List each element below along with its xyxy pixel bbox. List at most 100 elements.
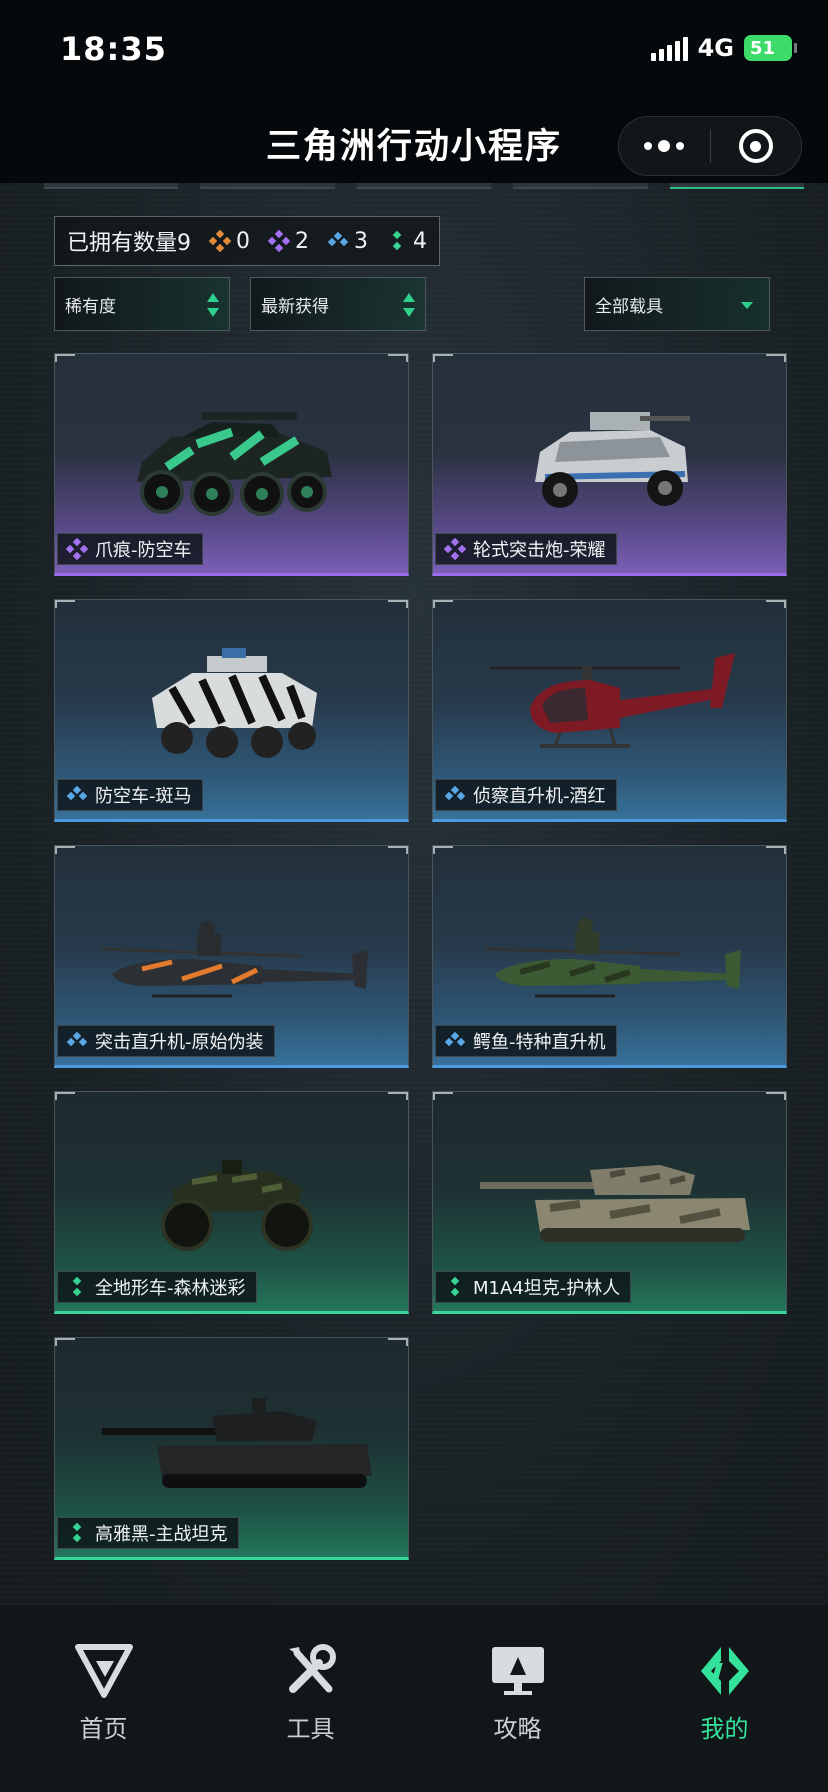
- tab-guide[interactable]: 攻略: [414, 1605, 621, 1792]
- sort-arrows-icon: [207, 293, 219, 317]
- owned-count-label: 已拥有数量9: [67, 231, 191, 256]
- vehicle-name: M1A4坦克-护林人: [473, 1278, 621, 1299]
- blue-count: 3: [327, 229, 368, 254]
- zebra-apc-icon: [151, 648, 317, 758]
- top-bar: 18:35 4G 51 三角洲行动小程序: [0, 0, 828, 183]
- orange-count-value: 0: [236, 228, 250, 254]
- sort-arrows-icon: [403, 293, 415, 317]
- vehicle-card[interactable]: 突击直升机-原始伪装: [54, 845, 409, 1068]
- black-tank-icon: [101, 1398, 372, 1488]
- tab-guide-label: 攻略: [493, 1715, 542, 1743]
- target-close-icon: [738, 129, 773, 163]
- vehicle-card[interactable]: 鳄鱼-特种直升机: [432, 845, 787, 1068]
- miniprogram-capsule: [618, 116, 802, 176]
- vehicle-name: 突击直升机-原始伪装: [95, 1032, 264, 1053]
- vehicle-name: 鳄鱼-特种直升机: [473, 1032, 606, 1053]
- more-dot-icon: [676, 142, 685, 150]
- close-miniprogram-button[interactable]: [711, 117, 802, 175]
- rarity-sort-label: 稀有度: [65, 296, 116, 317]
- tab-home[interactable]: 首页: [0, 1605, 207, 1792]
- blue-rarity-icon: [327, 231, 349, 247]
- tab-tools-label: 工具: [286, 1715, 335, 1743]
- network-type: 4G: [697, 34, 734, 62]
- vehicle-name-tag: M1A4坦克-护林人: [435, 1271, 632, 1303]
- category-tab[interactable]: [356, 183, 492, 189]
- tab-home-label: 首页: [79, 1715, 128, 1743]
- vehicle-name: 爪痕-防空车: [95, 540, 192, 561]
- purple-count: 2: [268, 229, 309, 254]
- apc-vehicle-icon: [136, 412, 332, 516]
- purple-count-value: 2: [295, 228, 309, 254]
- guide-monitor-icon: [491, 1647, 544, 1695]
- vehicle-name-tag: 轮式突击炮-荣耀: [435, 533, 617, 565]
- green-rarity-icon: [72, 1522, 82, 1543]
- recent-sort-label: 最新获得: [261, 296, 329, 317]
- atv-icon: [160, 1160, 313, 1251]
- vehicle-card[interactable]: M1A4坦克-护林人: [432, 1091, 787, 1314]
- purple-rarity-icon: [268, 230, 290, 252]
- vehicle-name: 防空车-斑马: [95, 786, 192, 807]
- status-icons: 4G 51: [650, 34, 797, 62]
- vehicle-name: 高雅黑-主战坦克: [95, 1524, 228, 1545]
- status-time: 18:35: [60, 30, 167, 68]
- green-rarity-icon: [450, 1276, 460, 1297]
- vehicle-name: 侦察直升机-酒红: [473, 786, 606, 807]
- purple-rarity-icon: [66, 538, 88, 560]
- green-count-value: 4: [413, 228, 427, 254]
- vehicle-card[interactable]: 防空车-斑马: [54, 599, 409, 822]
- more-dot-icon: [644, 142, 653, 150]
- vehicle-name-tag: 爪痕-防空车: [57, 533, 203, 565]
- more-dot-icon: [658, 140, 671, 152]
- vehicle-card[interactable]: 侦察直升机-酒红: [432, 599, 787, 822]
- battery-level: 51: [750, 37, 776, 59]
- vehicle-type-label: 全部载具: [595, 296, 663, 317]
- vehicle-name: 全地形车-森林迷彩: [95, 1278, 246, 1299]
- green-rarity-icon: [72, 1276, 82, 1297]
- vehicle-name-tag: 全地形车-森林迷彩: [57, 1271, 257, 1303]
- vehicle-name: 轮式突击炮-荣耀: [473, 540, 606, 561]
- orange-count: 0: [209, 229, 250, 254]
- vehicle-card[interactable]: 高雅黑-主战坦克: [54, 1337, 409, 1560]
- signal-icon: [650, 35, 688, 61]
- tab-tools[interactable]: 工具: [207, 1605, 414, 1792]
- battery-icon: 51: [744, 35, 797, 61]
- blue-rarity-icon: [66, 785, 88, 801]
- tank-icon: [479, 1165, 750, 1242]
- more-options-button[interactable]: [619, 117, 710, 175]
- blue-count-value: 3: [354, 228, 368, 254]
- recent-sort-dropdown[interactable]: 最新获得: [250, 277, 426, 331]
- vehicle-card[interactable]: 爪痕-防空车: [54, 353, 409, 576]
- blue-rarity-icon: [444, 785, 466, 801]
- assault-car-icon: [534, 412, 690, 508]
- tab-profile[interactable]: 我的: [621, 1605, 828, 1792]
- green-rarity-icon: [392, 230, 402, 251]
- category-tab[interactable]: [44, 183, 179, 189]
- vehicle-collection: 已拥有数量9 0 2 3 4 稀有度 最新获得 全部载具 爪痕-防空车 轮式突击…: [0, 183, 828, 1605]
- tools-icon: [288, 1644, 336, 1693]
- vehicle-name-tag: 防空车-斑马: [57, 779, 203, 811]
- category-tab[interactable]: [200, 183, 335, 189]
- bottom-tab-bar: 首页 工具 攻略 我的: [0, 1605, 828, 1792]
- vehicle-card[interactable]: 轮式突击炮-荣耀: [432, 353, 787, 576]
- owned-summary: 已拥有数量9 0 2 3 4: [54, 216, 440, 266]
- special-helicopter-icon: [484, 918, 741, 998]
- vehicle-name-tag: 侦察直升机-酒红: [435, 779, 617, 811]
- attack-helicopter-icon: [101, 921, 368, 998]
- purple-rarity-icon: [444, 538, 466, 560]
- vehicle-card[interactable]: 全地形车-森林迷彩: [54, 1091, 409, 1314]
- blue-rarity-icon: [444, 1031, 466, 1047]
- profile-logo-icon: [700, 1647, 749, 1695]
- vehicle-type-dropdown[interactable]: 全部载具: [584, 277, 770, 331]
- category-tab[interactable]: [669, 183, 805, 189]
- tab-profile-label: 我的: [700, 1715, 749, 1743]
- scout-helicopter-icon: [489, 653, 735, 748]
- vehicle-name-tag: 突击直升机-原始伪装: [57, 1025, 275, 1057]
- home-logo-icon: [74, 1644, 133, 1698]
- category-tab[interactable]: [513, 183, 648, 189]
- green-count: 4: [386, 229, 427, 254]
- chevron-down-icon: [741, 302, 753, 309]
- category-tab-strip[interactable]: [44, 183, 805, 191]
- orange-rarity-icon: [209, 230, 231, 252]
- rarity-sort-dropdown[interactable]: 稀有度: [54, 277, 230, 331]
- vehicle-name-tag: 高雅黑-主战坦克: [57, 1517, 239, 1549]
